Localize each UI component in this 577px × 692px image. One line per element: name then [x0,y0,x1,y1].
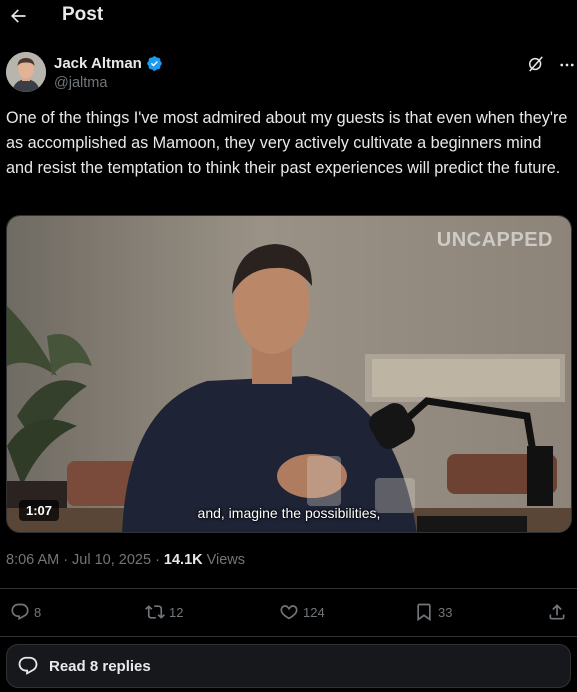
video-watermark: UNCAPPED [436,229,553,251]
back-button[interactable] [6,4,30,28]
post-time[interactable]: 8:06 AM [6,552,59,568]
grok-icon [529,56,543,72]
video-frame [7,216,571,532]
bookmark-count: 33 [438,604,453,620]
author-handle[interactable]: @jaltma [54,75,107,91]
post-text: One of the things I've most admired abou… [6,109,568,177]
read-replies-button[interactable]: Read 8 replies [6,644,571,688]
views-count: 14.1K [163,552,203,568]
reply-button[interactable]: 8 [10,602,41,622]
repost-button[interactable]: 12 [145,602,183,622]
like-button[interactable]: 124 [279,602,325,622]
views-label: Views [206,552,246,568]
grok-button[interactable] [526,54,548,76]
page-title: Post [62,4,104,25]
more-options-button[interactable] [556,54,577,76]
share-icon [549,604,565,620]
meta-separator: · [155,552,160,568]
more-horizontal-icon [560,63,574,67]
video-player[interactable]: UNCAPPED and, imagine the possibilities,… [6,215,572,533]
read-replies-label: Read 8 replies [49,657,151,675]
divider [0,636,577,637]
bookmark-icon [417,603,431,622]
bookmark-button[interactable]: 33 [414,602,452,622]
display-name[interactable]: Jack Altman [54,55,142,72]
repost-count: 12 [169,604,184,620]
repost-icon [145,605,165,619]
arrow-left-icon [11,9,26,23]
post-author: Jack Altman @jaltma [6,52,574,94]
reply-count: 8 [34,604,42,620]
avatar-image [6,52,46,92]
share-button[interactable] [547,602,567,622]
action-bar: 8 12 124 33 [0,600,577,628]
name-row: Jack Altman [54,55,163,72]
heart-icon [280,605,298,620]
video-duration: 1:07 [19,500,60,521]
avatar[interactable] [6,52,46,92]
post-metadata: 8:06 AM · Jul 10, 2025 · 14.1K Views [6,552,245,568]
verified-badge-icon [147,56,162,71]
video-subtitle: and, imagine the possibilities, [197,505,381,521]
like-count: 124 [303,604,325,620]
reply-icon [11,603,29,621]
divider [0,588,577,589]
post-date[interactable]: Jul 10, 2025 [72,552,151,568]
reply-bubble-icon [18,656,38,675]
meta-separator: · [63,552,69,568]
top-bar: Post [0,0,577,32]
